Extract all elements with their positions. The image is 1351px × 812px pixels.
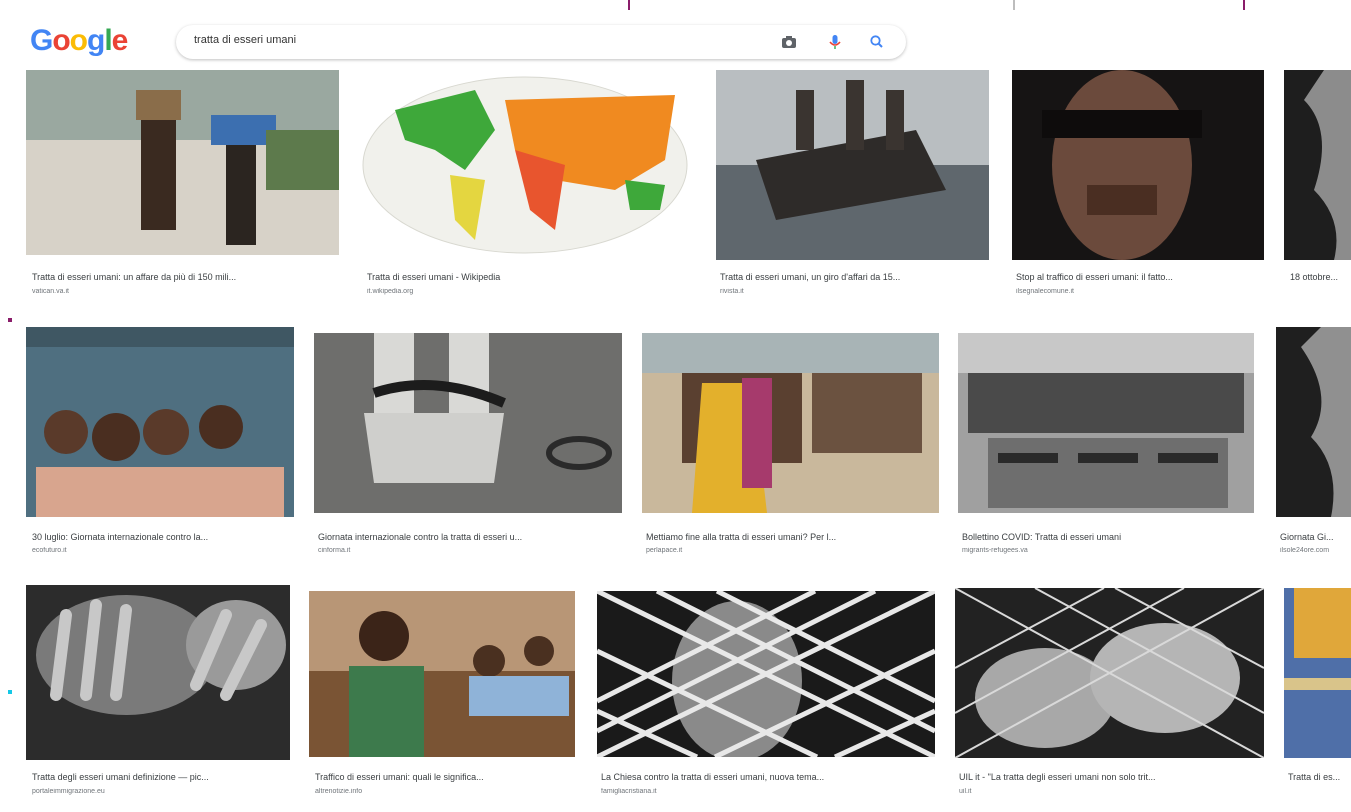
logo-letter: o: [52, 24, 70, 57]
result-thumbnail[interactable]: [1284, 588, 1351, 758]
result-thumbnail[interactable]: [1276, 327, 1351, 517]
result-source[interactable]: altrenotizie.info: [315, 788, 575, 795]
result-source[interactable]: cinforma.it: [318, 547, 622, 554]
result-source[interactable]: ilsole24ore.com: [1280, 547, 1351, 554]
microphone-icon[interactable]: [826, 33, 844, 51]
result-title[interactable]: Giornata Gi...: [1280, 532, 1351, 542]
result-thumbnail[interactable]: [1284, 70, 1351, 260]
result-title[interactable]: 18 ottobre...: [1290, 272, 1351, 282]
result-title[interactable]: UIL it - "La tratta degli esseri umani n…: [959, 772, 1264, 782]
result-thumbnail[interactable]: [309, 591, 575, 757]
result-thumbnail[interactable]: [958, 333, 1254, 513]
marker: [8, 690, 12, 694]
divider: [1013, 0, 1015, 10]
search-icon[interactable]: [868, 33, 886, 51]
logo-letter: l: [104, 24, 112, 57]
divider: [1243, 0, 1245, 10]
divider: [628, 0, 630, 10]
result-thumbnail[interactable]: [642, 333, 939, 513]
result-title[interactable]: Tratta di esseri umani, un giro d'affari…: [720, 272, 989, 282]
result-title[interactable]: Tratta di es...: [1288, 772, 1351, 782]
logo-letter: e: [111, 24, 129, 57]
logo-letter: g: [87, 24, 105, 57]
result-thumbnail[interactable]: [26, 585, 290, 760]
result-source[interactable]: portaleimmigrazione.eu: [32, 788, 290, 795]
result-source[interactable]: migrants-refugees.va: [962, 547, 1254, 554]
result-title[interactable]: Tratta degli esseri umani definizione — …: [32, 772, 290, 782]
result-title[interactable]: Bollettino COVID: Tratta di esseri umani: [962, 532, 1254, 542]
logo-letter: o: [69, 24, 88, 57]
result-title[interactable]: La Chiesa contro la tratta di esseri uma…: [601, 772, 935, 782]
result-thumbnail[interactable]: [716, 70, 989, 260]
header-bar: Google tratta di esseri umani: [0, 0, 1351, 70]
result-thumbnail[interactable]: [26, 327, 294, 517]
result-title[interactable]: Tratta di esseri umani: un affare da più…: [32, 272, 337, 282]
result-title[interactable]: Mettiamo fine alla tratta di esseri uman…: [646, 532, 939, 542]
result-title[interactable]: Stop al traffico di esseri umani: il fat…: [1016, 272, 1264, 282]
result-thumbnail[interactable]: [955, 588, 1264, 758]
result-source[interactable]: it.wikipedia.org: [367, 288, 687, 295]
result-title[interactable]: Giornata internazionale contro la tratta…: [318, 532, 622, 542]
camera-icon[interactable]: [780, 33, 798, 51]
google-logo[interactable]: Google: [30, 24, 129, 58]
result-source[interactable]: rivista.it: [720, 288, 989, 295]
result-thumbnail[interactable]: [355, 70, 695, 261]
result-thumbnail[interactable]: [314, 333, 622, 513]
result-source[interactable]: vatican.va.it: [32, 288, 337, 295]
result-thumbnail[interactable]: [1012, 70, 1264, 260]
result-title[interactable]: Tratta di esseri umani - Wikipedia: [367, 272, 687, 282]
search-box[interactable]: tratta di esseri umani: [176, 25, 906, 59]
logo-letter: G: [30, 24, 53, 57]
result-source[interactable]: ecofuturo.it: [32, 547, 294, 554]
result-thumbnail[interactable]: [597, 591, 935, 757]
marker: [8, 318, 12, 322]
result-thumbnail[interactable]: [26, 70, 339, 255]
result-source[interactable]: ilsegnalecomune.it: [1016, 288, 1264, 295]
result-title[interactable]: Traffico di esseri umani: quali le signi…: [315, 772, 575, 782]
result-source[interactable]: uil.it: [959, 788, 1264, 795]
result-title[interactable]: 30 luglio: Giornata internazionale contr…: [32, 532, 294, 542]
result-source[interactable]: famigliacristiana.it: [601, 788, 935, 795]
result-source[interactable]: perlapace.it: [646, 547, 939, 554]
search-input[interactable]: tratta di esseri umani: [194, 34, 296, 46]
